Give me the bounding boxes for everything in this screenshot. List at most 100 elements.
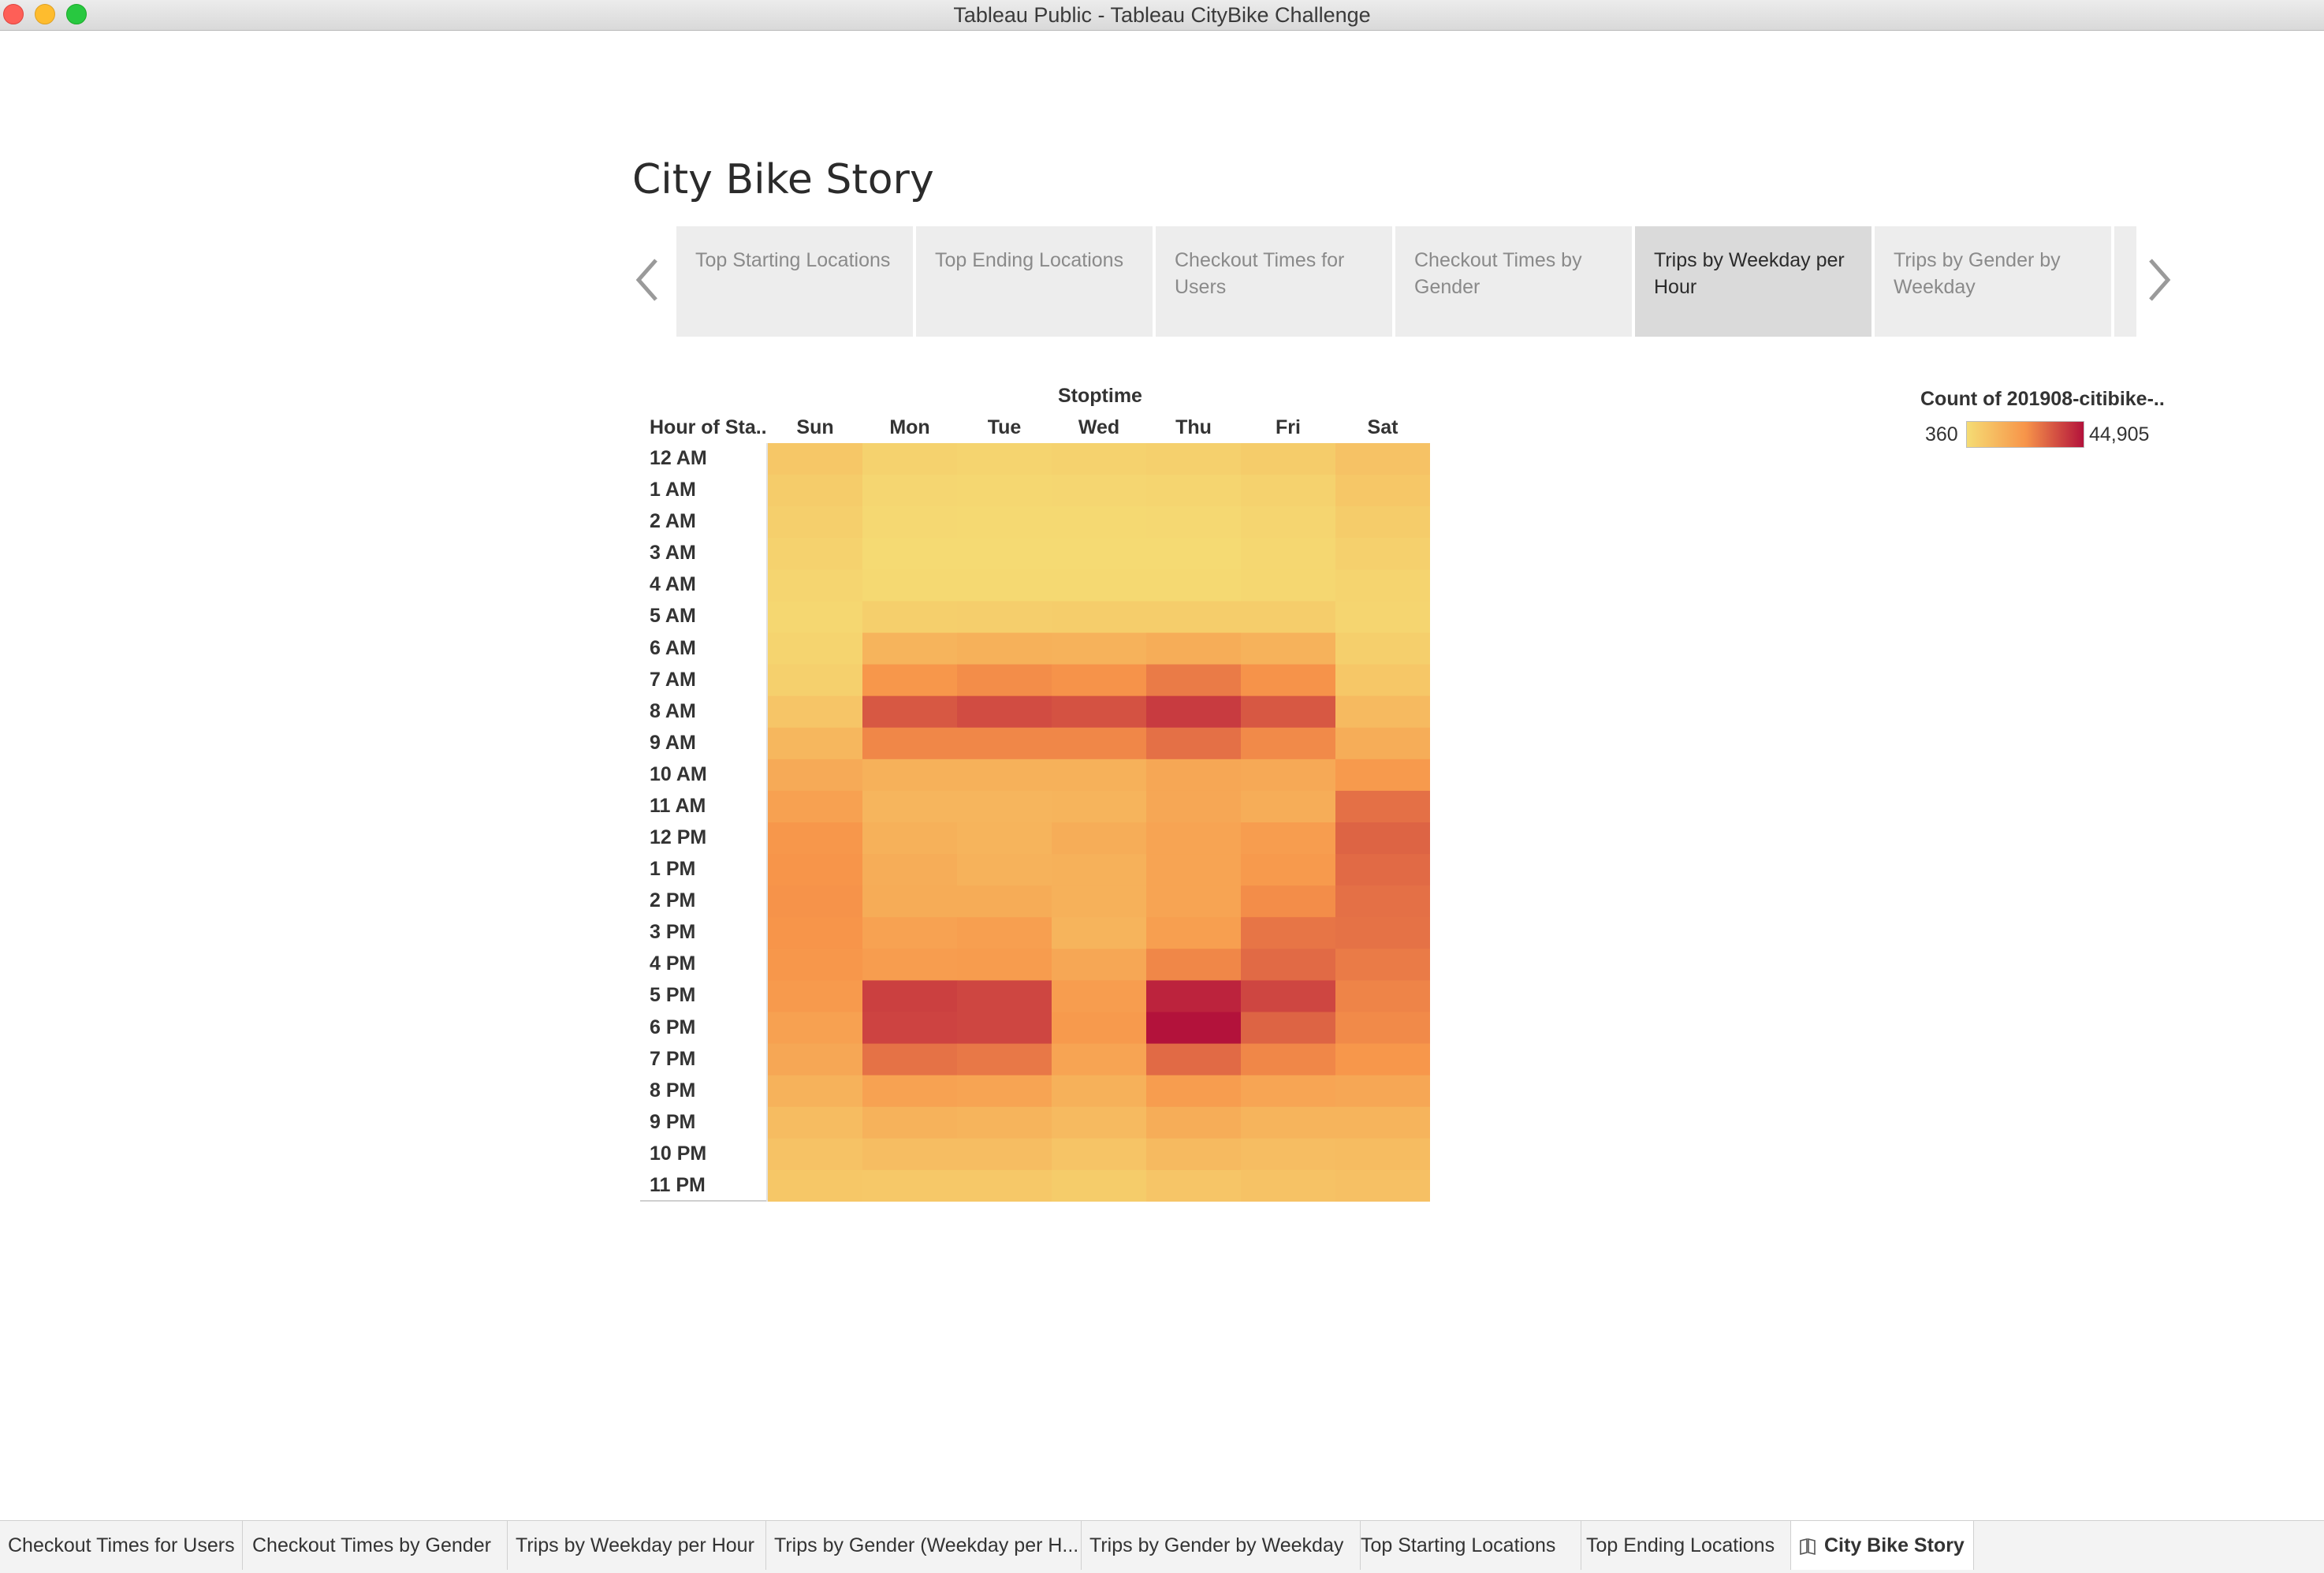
- heatmap-cell[interactable]: [1052, 759, 1147, 792]
- heatmap-cell[interactable]: [1146, 790, 1242, 823]
- heatmap-cell[interactable]: [1146, 632, 1242, 665]
- heatmap-cell[interactable]: [768, 475, 863, 507]
- story-point-top-ending-locations[interactable]: Top Ending Locations: [916, 226, 1153, 337]
- heatmap-cell[interactable]: [862, 538, 958, 570]
- heatmap-cell[interactable]: [1146, 695, 1242, 729]
- heatmap-cell[interactable]: [862, 917, 958, 949]
- heatmap-cell[interactable]: [957, 1169, 1052, 1202]
- heatmap-cell[interactable]: [1052, 1012, 1147, 1045]
- heatmap-cell[interactable]: [1241, 790, 1336, 823]
- heatmap-cell[interactable]: [1146, 1138, 1242, 1171]
- tab-checkout-times-for-users[interactable]: Checkout Times for Users: [0, 1521, 243, 1570]
- previous-story-point-button[interactable]: [632, 252, 664, 308]
- heatmap-cell[interactable]: [1335, 1169, 1430, 1202]
- heatmap-cell[interactable]: [1146, 538, 1242, 570]
- heatmap-cell[interactable]: [862, 1043, 958, 1076]
- heatmap-cell[interactable]: [768, 506, 863, 539]
- heatmap-cell[interactable]: [1335, 569, 1430, 602]
- heatmap-cell[interactable]: [1052, 949, 1147, 981]
- tab-city-bike-story[interactable]: City Bike Story: [1791, 1521, 1974, 1570]
- heatmap-cell[interactable]: [1052, 443, 1147, 475]
- heatmap-cell[interactable]: [1335, 822, 1430, 855]
- heatmap-cell[interactable]: [862, 601, 958, 633]
- heatmap-cell[interactable]: [862, 664, 958, 697]
- heatmap-cell[interactable]: [1241, 601, 1336, 633]
- heatmap-cell[interactable]: [1335, 506, 1430, 539]
- story-point-trips-by-weekday-per-hour[interactable]: Trips by Weekday per Hour: [1635, 226, 1871, 337]
- heatmap-cell[interactable]: [1335, 632, 1430, 665]
- heatmap-cell[interactable]: [1146, 854, 1242, 886]
- heatmap-cell[interactable]: [957, 601, 1052, 633]
- heatmap-cell[interactable]: [1335, 885, 1430, 918]
- heatmap-cell[interactable]: [862, 1012, 958, 1045]
- heatmap-cell[interactable]: [957, 695, 1052, 729]
- heatmap-cell[interactable]: [1241, 1106, 1336, 1139]
- heatmap-cell[interactable]: [1146, 885, 1242, 918]
- heatmap-cell[interactable]: [1335, 1043, 1430, 1076]
- heatmap-cell[interactable]: [1335, 727, 1430, 760]
- heatmap-cell[interactable]: [862, 854, 958, 886]
- heatmap-cell[interactable]: [1146, 601, 1242, 633]
- heatmap-cell[interactable]: [1335, 949, 1430, 981]
- heatmap-cell[interactable]: [1052, 1169, 1147, 1202]
- heatmap-cell[interactable]: [1052, 1075, 1147, 1108]
- heatmap-cell[interactable]: [1335, 1138, 1430, 1171]
- heatmap-cell[interactable]: [1241, 443, 1336, 475]
- heatmap-cell[interactable]: [1146, 1012, 1242, 1045]
- heatmap-cell[interactable]: [957, 854, 1052, 886]
- heatmap-cell[interactable]: [957, 1106, 1052, 1139]
- heatmap-cell[interactable]: [1241, 632, 1336, 665]
- heatmap-cell[interactable]: [1052, 506, 1147, 539]
- heatmap-cell[interactable]: [1052, 569, 1147, 602]
- heatmap-cell[interactable]: [1241, 475, 1336, 507]
- heatmap-cell[interactable]: [1241, 1138, 1336, 1171]
- heatmap-grid[interactable]: [768, 443, 1430, 1202]
- heatmap-cell[interactable]: [862, 759, 958, 792]
- heatmap-cell[interactable]: [957, 538, 1052, 570]
- heatmap-cell[interactable]: [957, 980, 1052, 1012]
- heatmap-cell[interactable]: [1335, 854, 1430, 886]
- heatmap-cell[interactable]: [1052, 1106, 1147, 1139]
- heatmap-cell[interactable]: [1335, 759, 1430, 792]
- heatmap-cell[interactable]: [1335, 601, 1430, 633]
- heatmap-cell[interactable]: [1146, 569, 1242, 602]
- heatmap-cell[interactable]: [862, 1138, 958, 1171]
- heatmap-cell[interactable]: [1241, 569, 1336, 602]
- heatmap-cell[interactable]: [957, 885, 1052, 918]
- heatmap-cell[interactable]: [1146, 506, 1242, 539]
- heatmap-cell[interactable]: [768, 917, 863, 949]
- heatmap-cell[interactable]: [862, 475, 958, 507]
- heatmap-cell[interactable]: [1146, 1075, 1242, 1108]
- heatmap-cell[interactable]: [1241, 1075, 1336, 1108]
- story-point-partial[interactable]: [2114, 226, 2136, 337]
- heatmap-cell[interactable]: [1241, 759, 1336, 792]
- heatmap-cell[interactable]: [1146, 475, 1242, 507]
- heatmap-cell[interactable]: [1241, 885, 1336, 918]
- heatmap-cell[interactable]: [957, 759, 1052, 792]
- heatmap-cell[interactable]: [862, 1169, 958, 1202]
- heatmap-cell[interactable]: [1241, 727, 1336, 760]
- heatmap-cell[interactable]: [1241, 538, 1336, 570]
- heatmap-cell[interactable]: [768, 1012, 863, 1045]
- heatmap-cell[interactable]: [1335, 917, 1430, 949]
- heatmap-cell[interactable]: [957, 790, 1052, 823]
- heatmap-cell[interactable]: [1052, 1043, 1147, 1076]
- story-point-checkout-times-for-users[interactable]: Checkout Times for Users: [1156, 226, 1392, 337]
- heatmap-cell[interactable]: [1241, 854, 1336, 886]
- heatmap-cell[interactable]: [1146, 949, 1242, 981]
- heatmap-cell[interactable]: [1241, 949, 1336, 981]
- heatmap-cell[interactable]: [862, 790, 958, 823]
- heatmap-cell[interactable]: [862, 506, 958, 539]
- heatmap-cell[interactable]: [1052, 664, 1147, 697]
- heatmap-cell[interactable]: [1335, 443, 1430, 475]
- heatmap-cell[interactable]: [1146, 727, 1242, 760]
- heatmap-cell[interactable]: [1146, 980, 1242, 1012]
- heatmap-cell[interactable]: [862, 1075, 958, 1108]
- heatmap-cell[interactable]: [862, 443, 958, 475]
- heatmap-cell[interactable]: [862, 695, 958, 729]
- heatmap-cell[interactable]: [768, 1138, 863, 1171]
- heatmap-cell[interactable]: [862, 885, 958, 918]
- heatmap-cell[interactable]: [1241, 695, 1336, 729]
- heatmap-cell[interactable]: [957, 822, 1052, 855]
- heatmap-cell[interactable]: [1335, 1075, 1430, 1108]
